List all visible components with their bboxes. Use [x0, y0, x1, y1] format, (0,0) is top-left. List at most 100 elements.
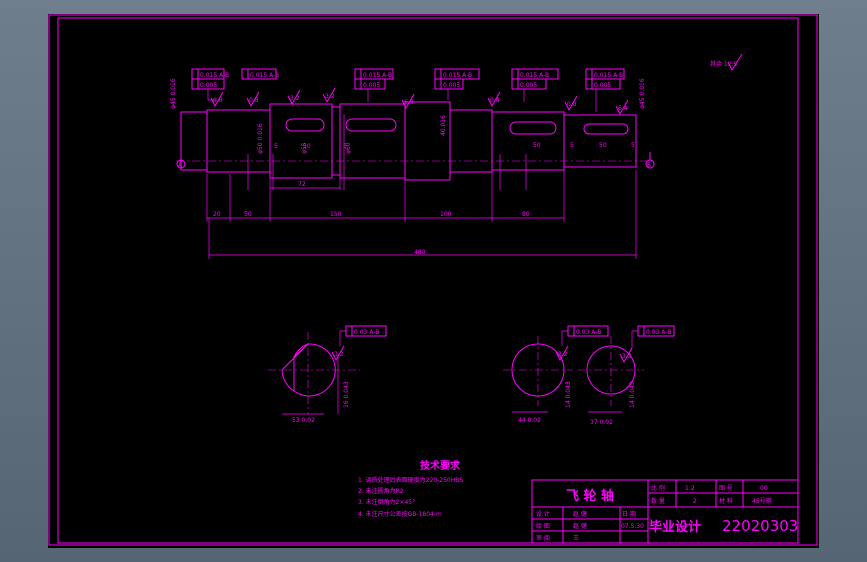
- drawing-sheet: A B φ45 0.016 φ50 0.016 φ55 φ60 40.016 φ…: [48, 14, 818, 546]
- svg-text:0.005: 0.005: [594, 82, 611, 89]
- svg-text:数 量: 数 量: [651, 497, 665, 505]
- dim-480: 480: [414, 249, 426, 256]
- svg-text:设 计: 设 计: [536, 510, 550, 518]
- section-2-width: 14 0.043: [565, 381, 572, 408]
- shaft-step-6: [449, 109, 493, 173]
- designer-name: 赵 健: [573, 510, 587, 518]
- quantity: 2: [693, 498, 697, 505]
- shaft-view: A B φ45 0.016 φ50 0.016 φ55 φ60 40.016 φ…: [170, 53, 743, 259]
- section-2-depth: 44 0.02: [518, 417, 541, 424]
- datum-b-label: B: [647, 162, 651, 169]
- date-value: 07.5.30: [621, 523, 644, 530]
- section-view-3: 0.03 A-B 3.2 37 0.02 14 0.043: [578, 325, 675, 426]
- svg-text:3.2: 3.2: [325, 93, 335, 100]
- project-code: 22020303: [722, 517, 798, 535]
- section-2-fcf: 0.03 A-B: [576, 329, 601, 336]
- svg-text:0.005: 0.005: [363, 82, 380, 89]
- svg-text:3.2: 3.2: [622, 353, 632, 360]
- dim-50: 50: [244, 211, 252, 218]
- cad-viewport[interactable]: A B φ45 0.016 φ50 0.016 φ55 φ60 40.016 φ…: [48, 14, 819, 548]
- diam-label-6: φ45 0.016: [639, 78, 646, 109]
- diam-label-1: φ45 0.016: [170, 78, 177, 109]
- tech-item-3: 3. 未注倒角为2×45°: [358, 498, 415, 506]
- svg-text:5: 5: [570, 142, 574, 149]
- keyway-2: [345, 118, 397, 132]
- fcf-4: 0.015 A-B 0.005: [434, 68, 480, 90]
- section-view-2: 0.03 A-B 3.2 44 0.02 14 0.043: [503, 325, 609, 424]
- section-3-width: 14 0.043: [629, 381, 636, 408]
- svg-text:比 例: 比 例: [651, 484, 665, 492]
- fcf-2: 0.015 A-B: [241, 68, 279, 80]
- drawing-number: 00: [760, 485, 768, 492]
- svg-text:0.005: 0.005: [520, 82, 537, 89]
- tech-item-1: 1. 调质处理后表面硬度为220-250HBS: [358, 476, 463, 484]
- reviewer-name: 王: [573, 535, 579, 542]
- svg-text:0.8: 0.8: [490, 97, 500, 104]
- keyway-length-2: 50: [533, 142, 541, 149]
- drafter-name: 赵 健: [573, 522, 587, 530]
- shaft-step-8: [563, 114, 637, 168]
- section-3-depth: 37 0.02: [590, 419, 613, 426]
- fcf-1: 0.015 A-B 0.005: [191, 68, 229, 90]
- fcf-6: 0.015 A-B 0.005: [585, 68, 625, 90]
- svg-text:0.005: 0.005: [443, 82, 460, 89]
- diam-label-2: φ50 0.016: [257, 123, 264, 154]
- keyway-length-1: 50: [303, 143, 311, 150]
- section-1-fcf: 0.03 A-B: [354, 329, 379, 336]
- svg-text:0.8: 0.8: [249, 97, 259, 104]
- material: 45号钢: [752, 497, 772, 505]
- svg-text:6.4: 6.4: [618, 105, 628, 112]
- keyway-4: [583, 123, 629, 135]
- svg-text:日 期: 日 期: [622, 510, 636, 518]
- svg-text:5: 5: [343, 143, 347, 150]
- svg-text:0.005: 0.005: [200, 82, 217, 89]
- keyway-length-3: 50: [599, 142, 607, 149]
- svg-text:审 阅: 审 阅: [536, 534, 550, 542]
- svg-text:6.3: 6.3: [404, 99, 414, 106]
- svg-text:0.015 A-B: 0.015 A-B: [250, 72, 279, 79]
- section-1-width: 16 0.043: [343, 381, 350, 408]
- dim-80: 80: [522, 211, 530, 218]
- tech-item-4: 4. 未注尺寸公差按GB-1804-m: [358, 510, 442, 518]
- dim-150: 150: [330, 211, 342, 218]
- shaft-step-5: [404, 101, 451, 181]
- tech-item-2: 2. 未注圆角为R2: [358, 487, 404, 495]
- svg-text:0.015 A-B: 0.015 A-B: [594, 72, 623, 79]
- keyway-1: [285, 118, 325, 132]
- section-1-depth: 53 0.02: [292, 417, 315, 424]
- svg-text:图 号: 图 号: [719, 485, 733, 492]
- svg-text:5: 5: [631, 142, 635, 149]
- keyway-3: [509, 121, 557, 135]
- shaft-step-3: [269, 103, 333, 179]
- dim-20: 20: [213, 211, 221, 218]
- general-roughness-note: 其余 12.5: [710, 60, 737, 68]
- diam-label-5: 40.016: [440, 115, 447, 136]
- svg-text:绘 图: 绘 图: [536, 522, 550, 530]
- section-3-fcf: 0.03 A-B: [646, 329, 671, 336]
- svg-text:材 料: 材 料: [719, 497, 733, 505]
- dim-72: 72: [298, 181, 306, 188]
- shaft-collar: [331, 106, 341, 176]
- svg-text:0.015 A-B: 0.015 A-B: [200, 72, 229, 79]
- svg-text:0.015 A-B: 0.015 A-B: [363, 72, 392, 79]
- section-view-1: 0.03 A-B 3.2 53 0.02 16 0.043: [268, 325, 387, 424]
- svg-text:3.2: 3.2: [558, 351, 568, 358]
- shaft-step-4: [339, 103, 406, 179]
- svg-text:3.2: 3.2: [290, 95, 300, 102]
- scale-value: 1:2: [685, 485, 695, 492]
- tech-requirements: 技术要求 1. 调质处理后表面硬度为220-250HBS 2. 未注圆角为R2 …: [358, 459, 463, 518]
- title-block: 飞 轮 轴 比 例 1:2 图 号 00 数 量 2 材 料 45号钢 设 计 …: [531, 479, 799, 544]
- svg-text:5: 5: [274, 143, 278, 150]
- roughness-marks: 0.8 0.8 3.2 3.2 6.3 0.8 0.8 6.4: [210, 87, 629, 116]
- svg-text:0.8: 0.8: [567, 101, 577, 108]
- svg-text:3.2: 3.2: [334, 351, 344, 358]
- svg-text:0.8: 0.8: [213, 97, 223, 104]
- svg-text:0.015 A-B: 0.015 A-B: [520, 72, 549, 79]
- dim-100: 100: [440, 211, 452, 218]
- fcf-3: 0.015 A-B 0.005: [354, 68, 394, 90]
- fcf-5: 0.015 A-B 0.005: [511, 68, 559, 90]
- part-name: 飞 轮 轴: [566, 488, 614, 504]
- svg-text:0.015 A-B: 0.015 A-B: [443, 72, 472, 79]
- project-name: 毕业设计: [649, 519, 701, 535]
- tech-requirements-title: 技术要求: [420, 459, 461, 472]
